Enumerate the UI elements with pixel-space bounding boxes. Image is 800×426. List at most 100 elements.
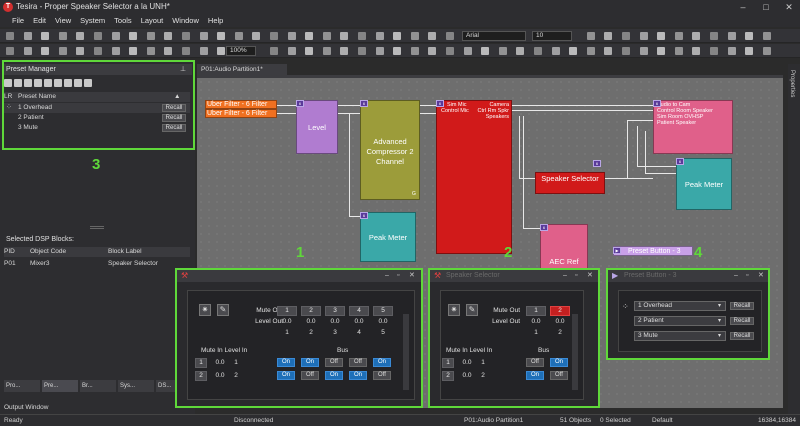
crosspoint-toggle[interactable]: On (550, 358, 568, 367)
menu-view[interactable]: View (55, 14, 71, 27)
toolbar-button-icon[interactable] (252, 32, 261, 40)
tab-presets[interactable]: Pre... (42, 380, 78, 392)
mute-in-button-2[interactable]: 2 (442, 371, 454, 381)
toolbar-button-icon[interactable] (41, 32, 50, 40)
toolbar-button-icon[interactable] (569, 47, 578, 55)
toolbar-button-icon[interactable] (375, 32, 384, 40)
toolbar-button-icon[interactable] (710, 47, 718, 55)
toolbar-button-icon[interactable] (305, 47, 314, 55)
toolbar-button-icon[interactable] (446, 32, 454, 40)
toolbar-button-icon[interactable] (270, 47, 278, 55)
properties-side-tab[interactable]: Properties (789, 70, 795, 97)
menu-tools[interactable]: Tools (114, 14, 132, 27)
level-in-value[interactable]: 0.0 (211, 359, 229, 366)
preset-select-3[interactable]: 3 Mute (634, 331, 726, 341)
level-in-value[interactable]: 0.0 (458, 359, 476, 366)
preset-select-1[interactable]: 1 Overhead (634, 301, 726, 311)
toolbar-button-icon[interactable] (622, 32, 630, 40)
toolbar-button-icon[interactable] (129, 47, 138, 55)
font-family-select[interactable]: Arial (462, 31, 526, 41)
level-in-value[interactable]: 0.0 (458, 372, 476, 379)
toolbar-button-icon[interactable] (287, 32, 296, 40)
toolbar-button-icon[interactable] (710, 32, 718, 40)
tab-system[interactable]: Sys... (118, 380, 154, 392)
toolbar-button-icon[interactable] (234, 32, 243, 40)
toolbar-button-icon[interactable] (586, 32, 595, 40)
toolbar-button-icon[interactable] (217, 47, 226, 55)
toolbar-button-icon[interactable] (410, 32, 419, 40)
selected-block-row[interactable]: P01 Mixer3 Speaker Selector (4, 259, 190, 269)
toolbar-button-icon[interactable] (498, 47, 507, 55)
toolbar-button-icon[interactable] (23, 47, 32, 55)
font-size-select[interactable]: 10 (532, 31, 572, 41)
speaker-selector-block[interactable]: Speaker Selector (535, 172, 605, 194)
toolbar-button-icon[interactable] (322, 47, 331, 55)
level-out-value[interactable]: 0.0 (373, 318, 393, 325)
toolbar-button-icon[interactable] (393, 32, 402, 40)
dialog-restore-button[interactable]: ▫ (575, 271, 577, 281)
toolbar-button-icon[interactable] (692, 32, 701, 40)
maximize-button[interactable]: □ (755, 0, 777, 14)
toolbar-button-icon[interactable] (111, 32, 120, 40)
dialog-minimize-button[interactable]: – (563, 271, 567, 281)
mute-in-button-1[interactable]: 1 (442, 358, 454, 368)
toolbar-button-icon[interactable] (76, 32, 85, 40)
toolbar-button-icon[interactable] (762, 32, 771, 40)
toolbar-button-icon[interactable] (674, 47, 683, 55)
toolbar-button-icon[interactable] (727, 47, 736, 55)
chevron-down-icon[interactable]: ▾ (718, 332, 721, 339)
toolbar-button-icon[interactable] (340, 47, 349, 55)
mixer-control-dialog[interactable]: ⚒ – ▫ ✕ ✷ ✎ Mute Out Level Out 1 0.0 1 2 0.0… (175, 268, 423, 408)
level-out-value[interactable]: 0.0 (301, 318, 321, 325)
pencil-icon[interactable]: ✎ (466, 304, 478, 316)
preset-button-dialog[interactable]: ▶ Preset Button - 3 – ▫ ✕ ⁘ 1 Overhead ▾ R… (606, 268, 770, 360)
toolbar-button-icon[interactable] (164, 32, 173, 40)
crosspoint-toggle[interactable]: On (373, 358, 391, 367)
dialog-minimize-button[interactable]: – (734, 271, 738, 281)
toolbar-button-icon[interactable] (727, 32, 736, 40)
menu-system[interactable]: System (80, 14, 105, 27)
crosspoint-toggle[interactable]: Off (526, 358, 544, 367)
toolbar-button-icon[interactable] (604, 47, 613, 55)
toolbar-button-icon[interactable] (94, 47, 102, 55)
crosspoint-toggle[interactable]: On (325, 371, 343, 380)
menu-window[interactable]: Window (172, 14, 199, 27)
mixer-block[interactable]: Sim Mic Control Mic Camera Ctrl Rm Spkr … (436, 100, 512, 254)
block-label-header[interactable]: Block Label (108, 247, 142, 257)
toolbar-button-icon[interactable] (375, 47, 384, 55)
splitter-grip[interactable] (90, 226, 104, 229)
zoom-select[interactable]: 100% (226, 46, 256, 56)
crosspoint-toggle[interactable]: Off (325, 358, 343, 367)
toolbar-button-icon[interactable] (6, 32, 14, 40)
level-out-value[interactable]: 0.0 (526, 318, 546, 325)
toolbar-button-icon[interactable] (287, 47, 296, 55)
toolbar-button-icon[interactable] (129, 32, 138, 40)
toolbar-button-icon[interactable] (58, 32, 67, 40)
toolbar-button-icon[interactable] (58, 47, 67, 55)
crosspoint-toggle[interactable]: On (277, 358, 295, 367)
toolbar-button-icon[interactable] (534, 47, 542, 55)
close-window-button[interactable]: ✕ (778, 0, 800, 14)
toolbar-button-icon[interactable] (639, 32, 648, 40)
tab-browser[interactable]: Br... (80, 380, 116, 392)
toolbar-button-icon[interactable] (516, 47, 525, 55)
dialog-title-bar[interactable]: ⚒ – ▫ ✕ (177, 270, 421, 282)
crosspoint-toggle[interactable]: On (277, 371, 295, 380)
dialog-minimize-button[interactable]: – (385, 271, 389, 281)
crosspoint-toggle[interactable]: On (349, 371, 367, 380)
dialog-restore-button[interactable]: ▫ (397, 271, 399, 281)
toolbar-button-icon[interactable] (463, 47, 472, 55)
toolbar-button-icon[interactable] (23, 32, 32, 40)
toolbar-button-icon[interactable] (164, 47, 173, 55)
uber-filter-block-2[interactable]: Uber Filter - 6 Filter (205, 109, 277, 118)
menu-edit[interactable]: Edit (33, 14, 46, 27)
menu-help[interactable]: Help (208, 14, 223, 27)
toolbar-button-icon[interactable] (305, 32, 314, 40)
toolbar-button-icon[interactable] (481, 47, 490, 55)
output-window-tab[interactable]: Output Window (4, 403, 64, 413)
toolbar-button-icon[interactable] (604, 32, 613, 40)
chevron-down-icon[interactable]: ▾ (718, 302, 721, 309)
toolbar-button-icon[interactable] (551, 47, 560, 55)
compressor-block[interactable]: Advanced Compressor 2 Channel (360, 100, 420, 200)
recall-button[interactable]: Recall (730, 317, 754, 325)
